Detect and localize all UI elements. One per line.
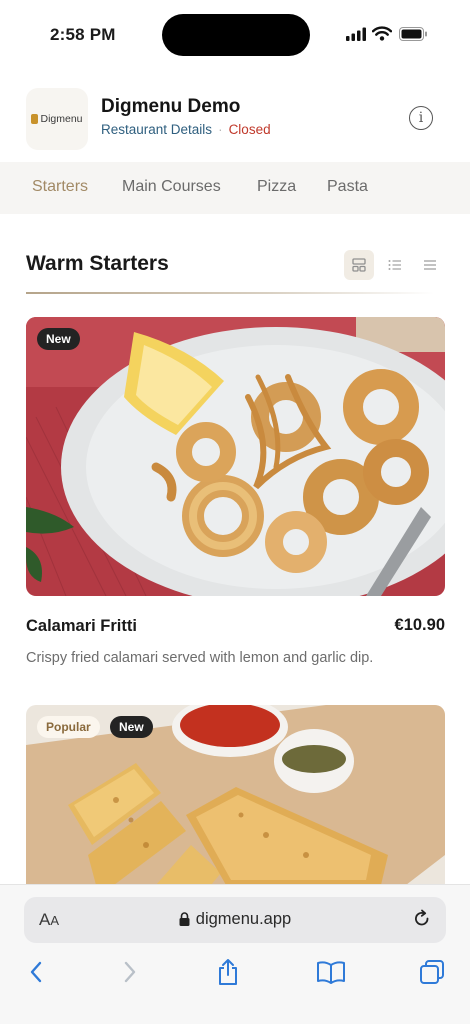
info-icon: i [418,110,424,126]
list-view-icon [388,260,401,270]
section-divider [26,292,434,294]
item-name[interactable]: Calamari Fritti [26,617,137,636]
section-title: Warm Starters [26,252,169,275]
logo-mark-icon [31,114,39,124]
grid-view-button[interactable] [344,250,374,280]
tab-main-courses[interactable]: Main Courses [122,178,221,196]
restaurant-subline: Restaurant Details · Closed [101,122,271,137]
new-badge: New [37,328,80,350]
browser-toolbar: AA digmenu.app [0,884,470,1024]
share-icon [219,959,237,985]
tabs-icon [420,960,444,984]
reload-icon[interactable] [412,909,432,929]
tab-pizza[interactable]: Pizza [257,178,296,196]
garlic-bread-photo[interactable]: Popular New [26,705,445,885]
calamari-photo[interactable]: New [26,317,445,596]
bookmarks-button[interactable] [316,957,346,987]
grid-view-icon [352,258,366,272]
popular-badge: Popular [37,716,100,738]
open-status: Closed [228,122,271,137]
tab-starters[interactable]: Starters [32,178,88,196]
status-time: 2:58 PM [50,25,116,44]
item-description: Crispy fried calamari served with lemon … [26,650,374,666]
separator-dot: · [218,122,223,137]
status-bar: 2:58 PM [0,0,470,70]
status-icons [344,26,430,42]
dynamic-island [162,14,310,56]
info-button[interactable]: i [409,106,433,130]
tabs-button[interactable] [417,957,447,987]
back-button[interactable] [21,957,51,987]
cellular-signal-icon [346,27,366,41]
restaurant-logo: Digmenu [26,88,88,150]
address-bar[interactable]: AA digmenu.app [24,897,446,943]
category-tabs: Starters Main Courses Pizza Pasta [0,162,470,214]
lock-icon [179,912,190,926]
compact-list-icon [424,260,436,270]
calamari-illustration [26,317,445,596]
list-view-button[interactable] [380,250,410,280]
back-icon [30,961,42,983]
forward-icon [124,961,136,983]
logo-text: Digmenu [40,113,83,125]
restaurant-name: Digmenu Demo [101,96,241,117]
tab-pasta[interactable]: Pasta [327,178,368,196]
share-button[interactable] [213,957,243,987]
forward-button[interactable] [115,957,145,987]
battery-icon [399,27,427,41]
url-text: digmenu.app [195,910,292,928]
bookmarks-icon [317,961,345,984]
restaurant-header: Digmenu Digmenu Demo Restaurant Details ·… [0,80,470,162]
url-display[interactable]: digmenu.app [24,910,446,929]
wifi-icon [372,26,392,41]
item-price: €10.90 [394,616,445,634]
new-badge: New [110,716,153,738]
restaurant-details-link[interactable]: Restaurant Details [101,122,212,137]
compact-list-button[interactable] [415,250,445,280]
